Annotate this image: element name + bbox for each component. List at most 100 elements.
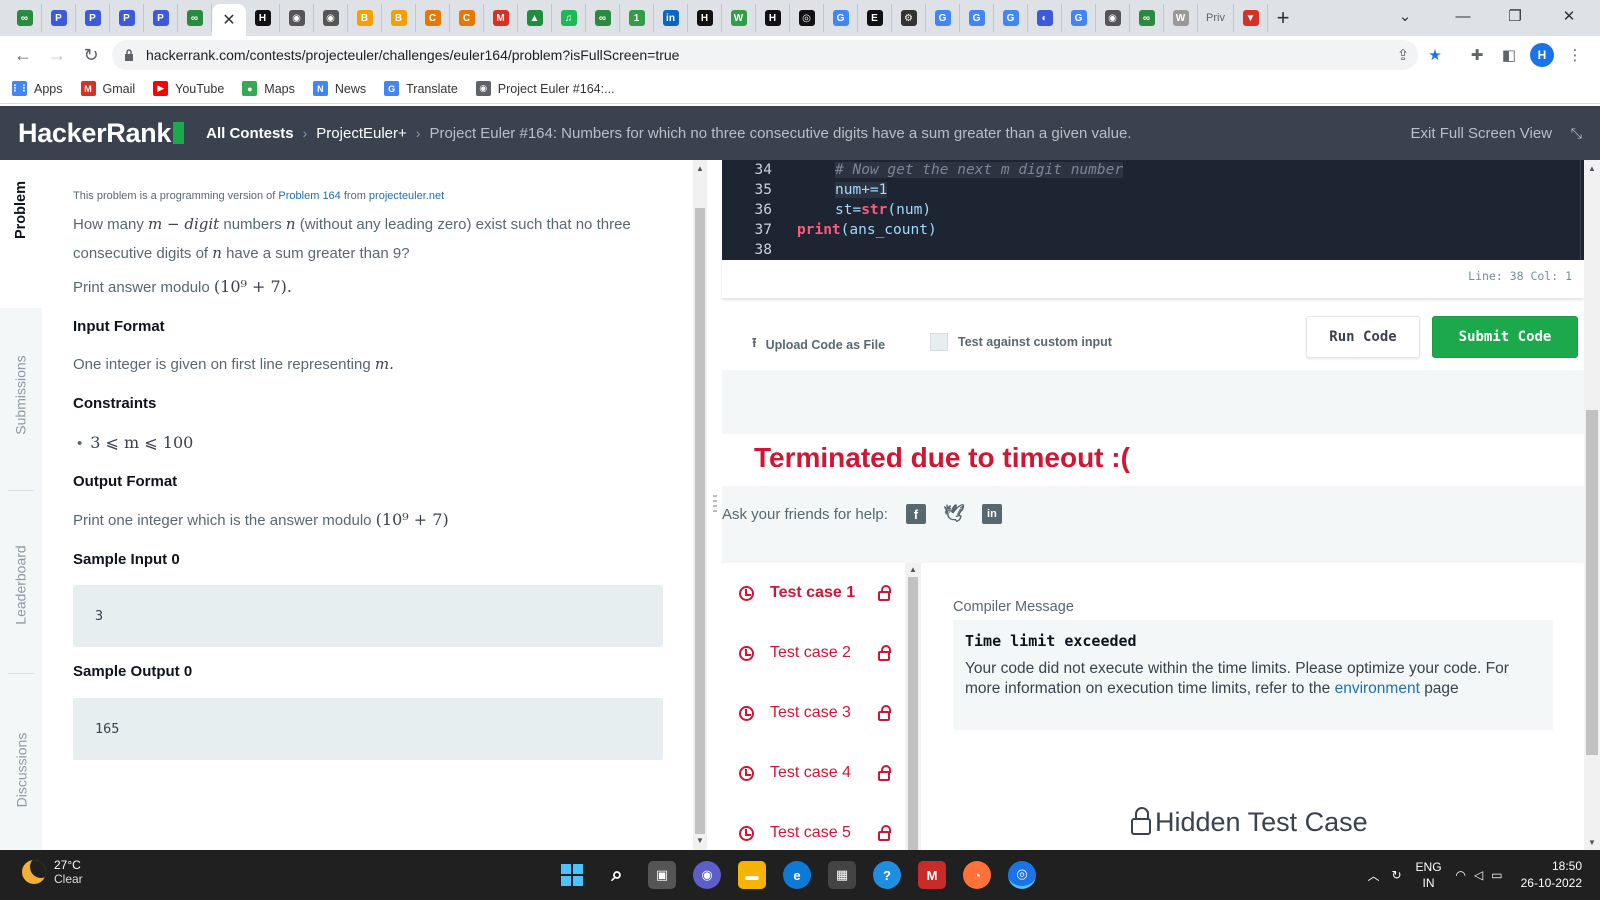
bookmark-item[interactable]: ⋮⋮ Apps: [11, 81, 63, 96]
collapse-icon[interactable]: ⤡: [1571, 125, 1582, 142]
submit-code-button[interactable]: Submit Code: [1432, 316, 1578, 358]
testcase-item[interactable]: Test case 1: [722, 563, 905, 623]
tray-chevron-icon[interactable]: ︿: [1367, 867, 1379, 884]
tab-leaderboard[interactable]: Leaderboard: [0, 530, 42, 640]
browser-tab[interactable]: G: [960, 4, 994, 32]
windows-start-icon[interactable]: [558, 861, 586, 889]
code-editor[interactable]: 34 # Now get the next m digit number 35 …: [722, 160, 1584, 260]
page-scrollbar[interactable]: ▲ ▼: [1584, 160, 1600, 850]
chrome-icon[interactable]: ◎: [1008, 861, 1036, 889]
browser-tab[interactable]: W: [1164, 4, 1198, 32]
active-tab-close-icon[interactable]: ✕: [212, 4, 246, 36]
browser-tab[interactable]: H: [756, 4, 790, 32]
browser-tab[interactable]: ⚙: [892, 4, 926, 32]
browser-tab[interactable]: P: [42, 4, 76, 32]
browser-tab[interactable]: ∞: [178, 4, 212, 32]
problem-164-link[interactable]: Problem 164: [278, 190, 340, 202]
hackerrank-logo[interactable]: HackerRank: [18, 118, 185, 149]
checkbox-box[interactable]: [930, 333, 948, 351]
restore-button[interactable]: ❐: [1492, 0, 1538, 32]
sync-icon[interactable]: ↻: [1391, 868, 1401, 882]
browser-tab[interactable]: M: [484, 4, 518, 32]
twitter-icon[interactable]: 🕊: [943, 504, 965, 524]
browser-tab[interactable]: H: [246, 4, 280, 32]
profile-avatar[interactable]: H: [1530, 43, 1554, 67]
wifi-icon[interactable]: ◠: [1456, 868, 1466, 882]
exit-full-screen-link[interactable]: Exit Full Screen View: [1411, 125, 1552, 142]
new-tab-plus-icon[interactable]: +: [1268, 4, 1298, 32]
store-icon[interactable]: ▦: [828, 861, 856, 889]
browser-tab[interactable]: ▼: [1234, 4, 1268, 32]
browser-tab[interactable]: 1: [620, 4, 654, 32]
browser-tab[interactable]: P: [110, 4, 144, 32]
bookmark-item[interactable]: G Translate: [384, 81, 458, 96]
scroll-down-arrow-icon[interactable]: ▼: [696, 836, 704, 845]
browser-tab[interactable]: H: [688, 4, 722, 32]
browser-tab[interactable]: ♫: [552, 4, 586, 32]
bookmark-star-icon[interactable]: ★: [1422, 42, 1448, 68]
browser-tab[interactable]: ◉: [314, 4, 348, 32]
browser-tab[interactable]: Priv: [1198, 4, 1234, 32]
share-icon[interactable]: ⇪: [1390, 42, 1416, 68]
problem-scroll-thumb[interactable]: [695, 208, 705, 834]
close-window-button[interactable]: ✕: [1546, 0, 1592, 32]
scroll-up-arrow-icon[interactable]: ▲: [696, 164, 704, 173]
tab-discussions[interactable]: Discussions: [0, 715, 42, 825]
browser-tab[interactable]: ∞: [1130, 4, 1164, 32]
task-view-icon[interactable]: ▣: [648, 861, 676, 889]
search-icon[interactable]: ⌕: [603, 861, 631, 889]
custom-input-checkbox[interactable]: Test against custom input: [930, 333, 1112, 351]
forward-arrow-icon[interactable]: →: [40, 38, 74, 72]
browser-tab[interactable]: E: [858, 4, 892, 32]
tab-search-chevron-icon[interactable]: ⌄: [1382, 0, 1428, 32]
firefox-icon[interactable]: ◔: [963, 861, 991, 889]
side-panel-icon[interactable]: ◧: [1496, 42, 1522, 68]
browser-tab[interactable]: ◉: [1096, 4, 1130, 32]
chat-icon[interactable]: ◉: [693, 861, 721, 889]
browser-tab[interactable]: C: [450, 4, 484, 32]
menu-kebab-icon[interactable]: ⋮: [1562, 42, 1588, 68]
scroll-up-arrow-icon[interactable]: ▲: [909, 565, 917, 574]
browser-tab[interactable]: W: [722, 4, 756, 32]
browser-tab[interactable]: ∞: [586, 4, 620, 32]
bookmark-item[interactable]: ◉ Project Euler #164:...: [475, 81, 615, 96]
browser-tab[interactable]: G: [824, 4, 858, 32]
browser-tab[interactable]: C: [416, 4, 450, 32]
mcafee-icon[interactable]: M: [918, 861, 946, 889]
reload-icon[interactable]: ↻: [74, 38, 108, 72]
file-explorer-icon[interactable]: ▬: [738, 861, 766, 889]
bookmark-item[interactable]: ● Maps: [242, 81, 295, 96]
testcase-item[interactable]: Test case 3: [722, 683, 905, 743]
extensions-puzzle-icon[interactable]: ✚: [1464, 42, 1490, 68]
edge-icon[interactable]: e: [783, 861, 811, 889]
bookmark-item[interactable]: ▶ YouTube: [153, 81, 224, 96]
testcase-item[interactable]: Test case 4: [722, 743, 905, 803]
testcase-item[interactable]: Test case 5: [722, 803, 905, 850]
minimize-button[interactable]: —: [1440, 0, 1486, 32]
settings-app-icon[interactable]: ?: [873, 861, 901, 889]
browser-tab[interactable]: ▲: [518, 4, 552, 32]
language-indicator[interactable]: ENG IN: [1416, 859, 1442, 891]
testcase-scrollbar[interactable]: ▲: [905, 563, 921, 850]
projecteuler-link[interactable]: projecteuler.net: [369, 190, 444, 202]
browser-tab[interactable]: ∞: [8, 4, 42, 32]
bookmark-item[interactable]: N News: [312, 81, 366, 96]
browser-tab[interactable]: G: [1062, 4, 1096, 32]
scroll-up-arrow-icon[interactable]: ▲: [1588, 164, 1596, 173]
browser-tab[interactable]: G: [926, 4, 960, 32]
browser-tab[interactable]: P: [76, 4, 110, 32]
breadcrumb-projecteuler[interactable]: ProjectEuler+: [316, 125, 406, 142]
back-arrow-icon[interactable]: ←: [6, 38, 40, 72]
weather-widget[interactable]: 27°C Clear: [22, 858, 83, 886]
linkedin-icon[interactable]: in: [981, 504, 1002, 524]
browser-tab[interactable]: in: [654, 4, 688, 32]
tab-problem[interactable]: Problem: [0, 170, 42, 250]
testcase-scroll-thumb[interactable]: [908, 577, 918, 850]
browser-tab[interactable]: P: [144, 4, 178, 32]
environment-link[interactable]: environment: [1335, 680, 1420, 697]
browser-tab[interactable]: G: [994, 4, 1028, 32]
volume-icon[interactable]: ◁: [1474, 868, 1483, 882]
problem-scrollbar[interactable]: ▲ ▼: [693, 160, 707, 850]
breadcrumb-all-contests[interactable]: All Contests: [206, 125, 294, 142]
browser-tab[interactable]: ◎: [790, 4, 824, 32]
